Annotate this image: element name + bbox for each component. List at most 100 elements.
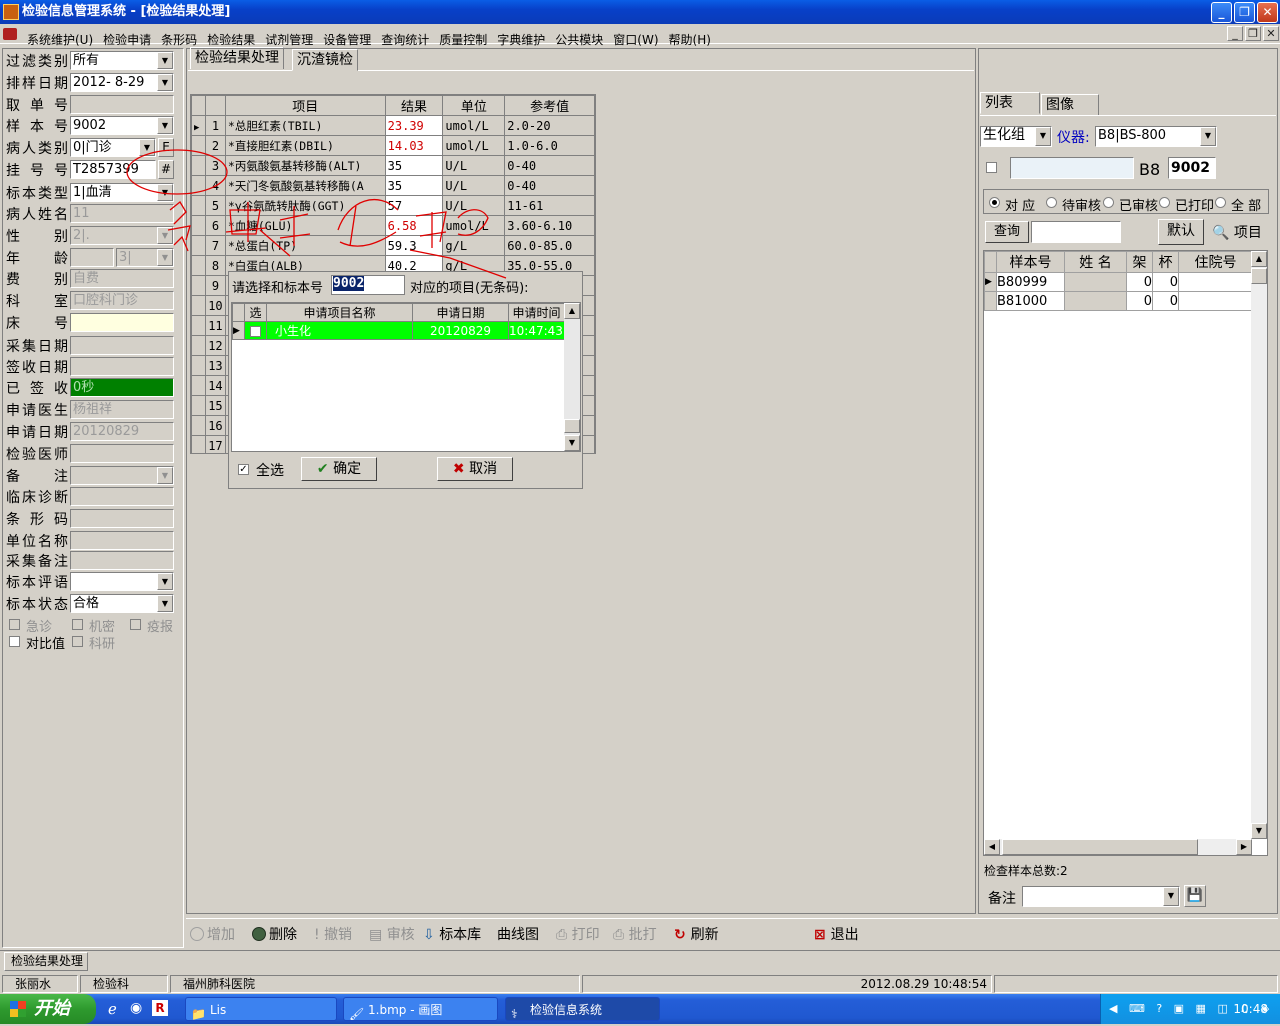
query-input[interactable] [1031, 221, 1121, 243]
compare-checkbox[interactable] [9, 636, 20, 647]
scroll-right-icon[interactable]: ▶ [1236, 839, 1252, 855]
dialog-scrollbar[interactable]: ▲ ▼ [564, 303, 580, 451]
result-row[interactable]: ▶ 1 *总胆红素(TBIL) 23.39 umol/L 2.0-20 [191, 115, 595, 136]
save-icon[interactable]: 💾 [1184, 885, 1206, 907]
chevron-down-icon[interactable]: ▼ [157, 467, 173, 484]
query-button[interactable]: 查询 [985, 221, 1029, 243]
scroll-up-icon[interactable]: ▲ [564, 303, 580, 319]
sample-no-input[interactable]: 9002 [1168, 157, 1216, 179]
tab-list[interactable]: 列表 [980, 92, 1040, 114]
scroll-up-icon[interactable]: ▲ [1251, 251, 1267, 267]
instrument-select[interactable]: B8|BS-800 ▼ [1095, 126, 1217, 147]
research-checkbox[interactable] [72, 636, 83, 647]
specimen-comment-select[interactable]: ▼ [70, 572, 174, 591]
chevron-down-icon[interactable]: ▼ [157, 52, 173, 69]
select-all-checkbox[interactable]: ✓ [238, 464, 249, 475]
scroll-thumb[interactable] [564, 419, 580, 433]
radio-match[interactable] [989, 197, 1000, 208]
department-field[interactable]: 口腔科门诊 [70, 291, 174, 310]
secret-checkbox[interactable] [72, 619, 83, 630]
batch-print-button[interactable]: ⎙ 批打 [613, 925, 657, 945]
remark-select[interactable]: ▼ [70, 466, 174, 485]
chevron-down-icon[interactable]: ▼ [157, 573, 173, 590]
group-select[interactable]: 生化组 ▼ [980, 126, 1052, 147]
ok-button[interactable]: ✔ 确定 [301, 457, 377, 481]
task-lab-system[interactable]: ⚕ 检验信息系统 [505, 997, 660, 1021]
sample-row[interactable]: ▶ B80999 0 0 [984, 272, 1253, 292]
chevron-down-icon[interactable]: ▼ [157, 595, 173, 612]
scan-input[interactable] [1010, 157, 1134, 179]
tab-results[interactable]: 检验结果处理 [190, 47, 284, 69]
quicklaunch-browser-icon[interactable]: ◉ [130, 1000, 142, 1016]
epidemic-checkbox[interactable] [130, 619, 141, 630]
radio-reviewed[interactable] [1103, 197, 1114, 208]
tab-image[interactable]: 图像 [1041, 94, 1099, 116]
maximize-button[interactable]: ❐ [1234, 2, 1255, 23]
header-req-time: 申请时间 [508, 303, 565, 322]
print-button[interactable]: ⎙ 打印 [556, 925, 600, 945]
sample-no-select[interactable]: 9002 ▼ [70, 116, 174, 135]
hscroll-thumb[interactable] [1002, 839, 1198, 855]
barcode-field[interactable] [70, 509, 174, 528]
default-button[interactable]: 默认 [1158, 219, 1204, 245]
specimen-status-select[interactable]: 合格 ▼ [70, 594, 174, 613]
collect-remark-field[interactable] [70, 551, 174, 570]
scroll-down-icon[interactable]: ▼ [1251, 823, 1267, 839]
mdi-restore-button[interactable]: ❐ [1245, 26, 1261, 41]
delete-button[interactable]: 删除 [252, 925, 297, 945]
tray-icons[interactable]: ◀ ⌨ ? ▣ ▦ ◫ ♫ ◈ [1109, 994, 1273, 1024]
item-result[interactable]: 23.39 [384, 115, 444, 136]
library-button[interactable]: ⇩ 标本库 [423, 925, 481, 945]
test-doctor-field[interactable] [70, 444, 174, 463]
item-button[interactable]: 🔍 项目 [1212, 222, 1262, 242]
unit-name-field[interactable] [70, 531, 174, 550]
minimize-button[interactable]: _ [1211, 2, 1232, 23]
remark-select-right[interactable]: ▼ [1022, 886, 1180, 907]
cancel-button[interactable]: ✖ 取消 [437, 457, 513, 481]
add-button[interactable]: 增加 [190, 925, 235, 945]
chevron-down-icon[interactable]: ▼ [1163, 887, 1179, 906]
receive-date-field[interactable] [70, 357, 174, 376]
collect-date-field[interactable] [70, 336, 174, 355]
undo-button[interactable]: ! 撤销 [314, 925, 352, 945]
diagnosis-field[interactable] [70, 487, 174, 506]
exit-button[interactable]: ⊠ 退出 [814, 925, 859, 945]
age-field[interactable] [70, 248, 114, 267]
request-row[interactable]: ▶ 小生化 20120829 10:47:43 [232, 321, 565, 340]
mdi-minimize-button[interactable]: _ [1227, 26, 1243, 41]
close-button[interactable]: ✕ [1257, 2, 1278, 23]
task-lis[interactable]: 📁 Lis [185, 997, 337, 1021]
mdi-tab-results[interactable]: 检验结果处理 [4, 952, 88, 971]
quicklaunch-ie-icon[interactable]: ℯ [108, 1000, 117, 1018]
review-button[interactable]: ▤ 审核 [369, 925, 415, 945]
radio-all[interactable] [1215, 197, 1226, 208]
list-hscrollbar[interactable]: ◀ ▶ [984, 839, 1252, 855]
request-row-checkbox[interactable] [250, 325, 261, 337]
req-doctor-field[interactable]: 杨祖祥 [70, 400, 174, 419]
start-button[interactable]: 开始 [0, 994, 96, 1024]
radio-pending[interactable] [1046, 197, 1057, 208]
scan-checkbox[interactable] [986, 162, 997, 173]
bed-no-field[interactable] [70, 313, 174, 332]
req-date-field[interactable]: 20120829 [70, 422, 174, 441]
take-no-field[interactable] [70, 95, 174, 114]
quicklaunch-r-icon[interactable]: R [152, 1000, 168, 1016]
scroll-left-icon[interactable]: ◀ [984, 839, 1000, 855]
sort-date-picker[interactable]: 2012- 8-29 ▼ [70, 73, 174, 92]
tab-sediment[interactable]: 沉渣镜检 [292, 49, 358, 71]
chevron-down-icon[interactable]: ▼ [1200, 127, 1216, 146]
scroll-down-icon[interactable]: ▼ [564, 435, 580, 451]
chevron-down-icon[interactable]: ▼ [157, 74, 173, 91]
task-paint[interactable]: 🖌 1.bmp - 画图 [343, 997, 498, 1021]
radio-printed[interactable] [1159, 197, 1170, 208]
list-vscrollbar[interactable]: ▲ ▼ [1251, 251, 1267, 839]
mdi-close-button[interactable]: ✕ [1263, 26, 1279, 41]
sample-row[interactable]: B81000 0 0 [984, 291, 1253, 311]
urgent-checkbox[interactable] [9, 619, 20, 630]
chevron-down-icon[interactable]: ▼ [1035, 127, 1051, 146]
scroll-thumb[interactable] [1251, 268, 1267, 284]
curve-button[interactable]: 曲线图 [497, 925, 539, 945]
filter-type-select[interactable]: 所有 ▼ [70, 51, 174, 70]
chevron-down-icon[interactable]: ▼ [157, 117, 173, 134]
refresh-button[interactable]: ↻ 刷新 [674, 925, 719, 945]
